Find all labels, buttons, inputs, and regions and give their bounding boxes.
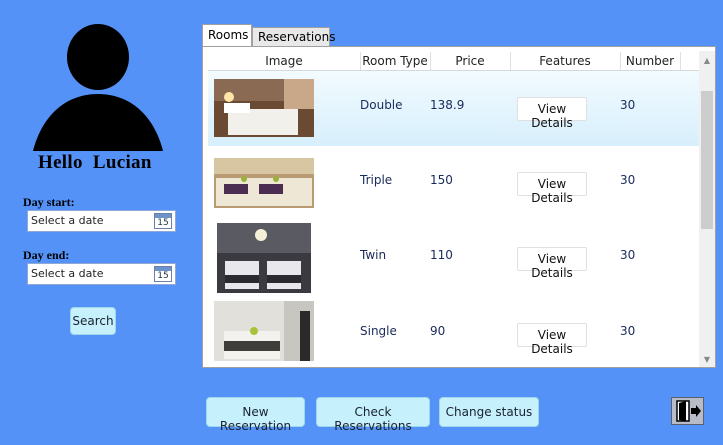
room-type: Triple (360, 173, 393, 187)
change-status-button[interactable]: Change status (439, 397, 539, 427)
user-name: Lucian (92, 152, 152, 173)
vertical-scrollbar[interactable]: ▲ ▼ (699, 51, 715, 367)
room-type: Single (360, 324, 397, 338)
calendar-icon[interactable]: 15 (154, 266, 172, 282)
greeting: Hello Lucian (38, 152, 168, 174)
check-reservations-button[interactable]: Check Reservations (316, 397, 430, 433)
calendar-icon[interactable]: 15 (154, 213, 172, 229)
room-number: 30 (620, 98, 636, 112)
room-type: Twin (360, 248, 387, 262)
new-reservation-button[interactable]: New Reservation (206, 397, 305, 433)
room-number: 30 (620, 248, 636, 262)
user-avatar-icon (33, 24, 163, 151)
room-number: 30 (620, 173, 636, 187)
room-photo (214, 79, 314, 137)
day-end-datepicker[interactable]: Select a date 15 (27, 263, 176, 285)
table-row[interactable]: Single 90 View Details 30 (208, 296, 700, 368)
table-row[interactable]: Triple 150 View Details 30 (208, 146, 700, 221)
calendar-day: 15 (157, 271, 169, 281)
day-start-label: Day start: (23, 195, 75, 209)
tab-reservations[interactable]: Reservations (252, 27, 335, 46)
scroll-down-icon[interactable]: ▼ (699, 353, 715, 367)
exit-door-icon[interactable] (671, 397, 704, 425)
view-details-button[interactable]: View Details (517, 172, 587, 205)
search-button[interactable]: Search (70, 307, 116, 335)
calendar-day: 15 (157, 218, 169, 228)
tab-rooms[interactable]: Rooms (202, 24, 252, 46)
table-row[interactable]: Double 138.9 View Details 30 (208, 71, 700, 146)
column-header-image[interactable]: Image (208, 54, 360, 68)
scrollbar-thumb[interactable] (701, 91, 713, 229)
view-details-button[interactable]: View Details (517, 247, 587, 280)
room-number: 30 (620, 324, 636, 338)
day-end-label: Day end: (23, 248, 70, 262)
rooms-table: Image Room Type Price Features Number Do… (202, 46, 716, 368)
room-price: 138.9 (430, 98, 465, 112)
view-details-button[interactable]: View Details (517, 323, 587, 356)
day-start-placeholder: Select a date (31, 214, 104, 227)
column-header-number[interactable]: Number (620, 54, 680, 68)
column-header-room-type[interactable]: Room Type (360, 54, 430, 68)
room-photo (214, 158, 314, 208)
column-header-features[interactable]: Features (510, 54, 620, 68)
room-price: 110 (430, 248, 453, 262)
rooms-panel: Rooms Reservations Image Room Type Price… (202, 24, 716, 368)
greeting-hello: Hello (38, 152, 83, 173)
room-photo (217, 223, 311, 293)
day-end-placeholder: Select a date (31, 267, 104, 280)
room-price: 150 (430, 173, 453, 187)
table-header: Image Room Type Price Features Number (208, 52, 700, 71)
room-price: 90 (430, 324, 446, 338)
room-photo (214, 301, 314, 361)
day-start-datepicker[interactable]: Select a date 15 (27, 210, 176, 232)
scroll-up-icon[interactable]: ▲ (699, 51, 715, 71)
table-row[interactable]: Twin 110 View Details 30 (208, 221, 700, 296)
view-details-button[interactable]: View Details (517, 97, 587, 130)
room-type: Double (360, 98, 403, 112)
column-header-price[interactable]: Price (430, 54, 510, 68)
